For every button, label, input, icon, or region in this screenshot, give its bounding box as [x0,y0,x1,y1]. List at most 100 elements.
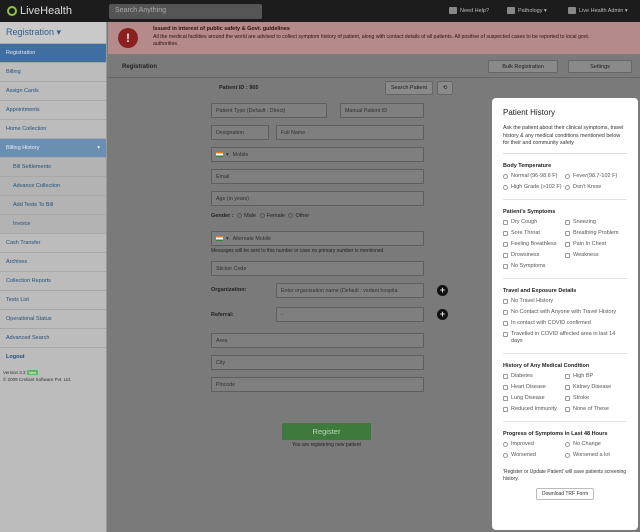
progress-option[interactable]: Worsened a lot [565,452,627,459]
sidebar-item-billing-history[interactable]: Billing History ▾ [0,139,106,158]
add-referral-button[interactable]: + [437,309,448,320]
symptom-option[interactable]: Weakness [565,252,627,259]
medical-option[interactable]: Heart Disease [503,384,565,391]
radio[interactable] [565,452,570,458]
medical-option[interactable]: Diabetes [503,373,565,380]
sidebar-item-archives[interactable]: Archives [0,253,106,272]
medical-option[interactable]: Kidney Disease [565,384,627,391]
checkbox[interactable] [565,252,570,258]
pathology-dropdown[interactable]: Pathology ▾ [507,7,547,14]
medical-option[interactable]: Lung Disease [503,395,565,402]
medical-option[interactable]: None of These [565,406,627,413]
sidebar-item-tests-list[interactable]: Tests List [0,291,106,310]
radio[interactable] [503,173,508,179]
bulk-registration-button[interactable]: Bulk Registration [488,60,558,73]
settings-button[interactable]: Settings [568,60,632,73]
user-menu[interactable]: Live Health Admin ▾ [568,7,628,14]
city-input[interactable]: City [211,355,424,370]
register-button[interactable]: Register [282,423,371,440]
checkbox[interactable] [503,241,508,247]
area-input[interactable]: Area [211,333,424,348]
symptom-option[interactable]: Sore Throat [503,230,565,237]
temp-option[interactable]: Don't Know [565,184,627,191]
checkbox[interactable] [503,373,508,379]
add-organization-button[interactable]: + [437,285,448,296]
radio[interactable] [503,184,508,190]
progress-option[interactable]: Worsened [503,452,565,459]
sidebar-item-home-collection[interactable]: Home Collection [0,120,106,139]
checkbox[interactable] [503,219,508,225]
email-input[interactable]: Email [211,169,424,184]
sidebar-subitem-invoice[interactable]: Invoice [0,215,106,234]
checkbox[interactable] [565,219,570,225]
travel-option[interactable]: No Travel History [503,298,627,305]
temp-option[interactable]: Fever(98.7-102 F) [565,173,627,180]
checkbox[interactable] [565,241,570,247]
progress-option[interactable]: No Change [565,441,627,448]
checkbox[interactable] [503,320,508,326]
symptom-option[interactable]: Breathing Problem [565,230,627,237]
travel-option[interactable]: No Contact with Anyone with Travel Histo… [503,309,627,316]
checkbox[interactable] [503,298,508,304]
checkbox[interactable] [503,395,508,401]
radio[interactable] [565,184,570,190]
sticker-code-input[interactable]: Sticker Code [211,261,424,276]
checkbox[interactable] [565,373,570,379]
radio[interactable] [503,452,508,458]
symptom-option[interactable]: Sneezing [565,219,627,226]
checkbox[interactable] [503,331,508,337]
checkbox[interactable] [503,230,508,236]
sidebar-subitem-bill-settlements[interactable]: Bill Settlements [0,158,106,177]
need-help-link[interactable]: Need Help? [449,7,489,14]
manual-patient-id-input[interactable]: Manual Patient ID [340,103,424,118]
patient-type-select[interactable]: Patient Type (Default : Direct) [211,103,327,118]
radio[interactable] [565,173,570,179]
checkbox[interactable] [503,252,508,258]
travel-option[interactable]: Travelled in COVID affected area in last… [503,331,627,345]
radio[interactable] [565,441,570,447]
temp-option[interactable]: Normal (96-98.6 F) [503,173,565,180]
sidebar-item-advanced-search[interactable]: Advanced Search [0,329,106,348]
symptom-option[interactable]: Feeling Breathless [503,241,565,248]
medical-option[interactable]: High BP [565,373,627,380]
symptom-option[interactable]: No Symptoms [503,263,565,270]
full-name-input[interactable]: Full Name [276,125,424,140]
radio[interactable] [503,441,508,447]
sidebar-item-registration[interactable]: Registration [0,44,106,63]
app-logo[interactable]: LiveHealth [7,5,72,17]
gender-other-radio[interactable] [288,213,294,219]
checkbox[interactable] [565,230,570,236]
referral-select[interactable]: - [276,307,424,322]
sidebar-item-cash-transfer[interactable]: Cash Transfer [0,234,106,253]
symptom-option[interactable]: Dry Cough [503,219,565,226]
checkbox[interactable] [565,384,570,390]
travel-option[interactable]: In contact with COVID confirmed [503,320,627,327]
gender-female-radio[interactable] [259,213,265,219]
temp-option[interactable]: High Grade (>102 F) [503,184,565,191]
global-search-input[interactable]: Search Anything [109,4,262,19]
alternate-mobile-input[interactable]: ▾ Alternate Mobile [211,231,424,246]
progress-option[interactable]: Improved [503,441,565,448]
age-input[interactable]: Age (in years) [211,191,424,206]
refresh-button[interactable]: ⟲ [437,81,453,95]
designation-select[interactable]: Designation [211,125,269,140]
download-trf-button[interactable]: Download TRF Form [536,487,594,500]
symptom-option[interactable]: Pain In Chest [565,241,627,248]
pincode-input[interactable]: Pincode [211,377,424,392]
sidebar-item-assign-cards[interactable]: Assign Cards [0,82,106,101]
symptom-option[interactable]: Drowsiness [503,252,565,259]
checkbox[interactable] [503,384,508,390]
checkbox[interactable] [503,309,508,315]
checkbox[interactable] [565,395,570,401]
medical-option[interactable]: Stroke [565,395,627,402]
checkbox[interactable] [503,263,508,269]
checkbox[interactable] [565,406,570,412]
logout-link[interactable]: Logout [0,348,106,367]
gender-male-radio[interactable] [237,213,243,219]
sidebar-item-appointments[interactable]: Appointments [0,101,106,120]
checkbox[interactable] [503,406,508,412]
mobile-input[interactable]: ▾ Mobile [211,147,424,162]
sidebar-item-billing[interactable]: Billing [0,63,106,82]
sidebar-module-dropdown[interactable]: Registration ▾ [0,22,106,44]
search-patient-button[interactable]: Search Patient [385,81,433,95]
